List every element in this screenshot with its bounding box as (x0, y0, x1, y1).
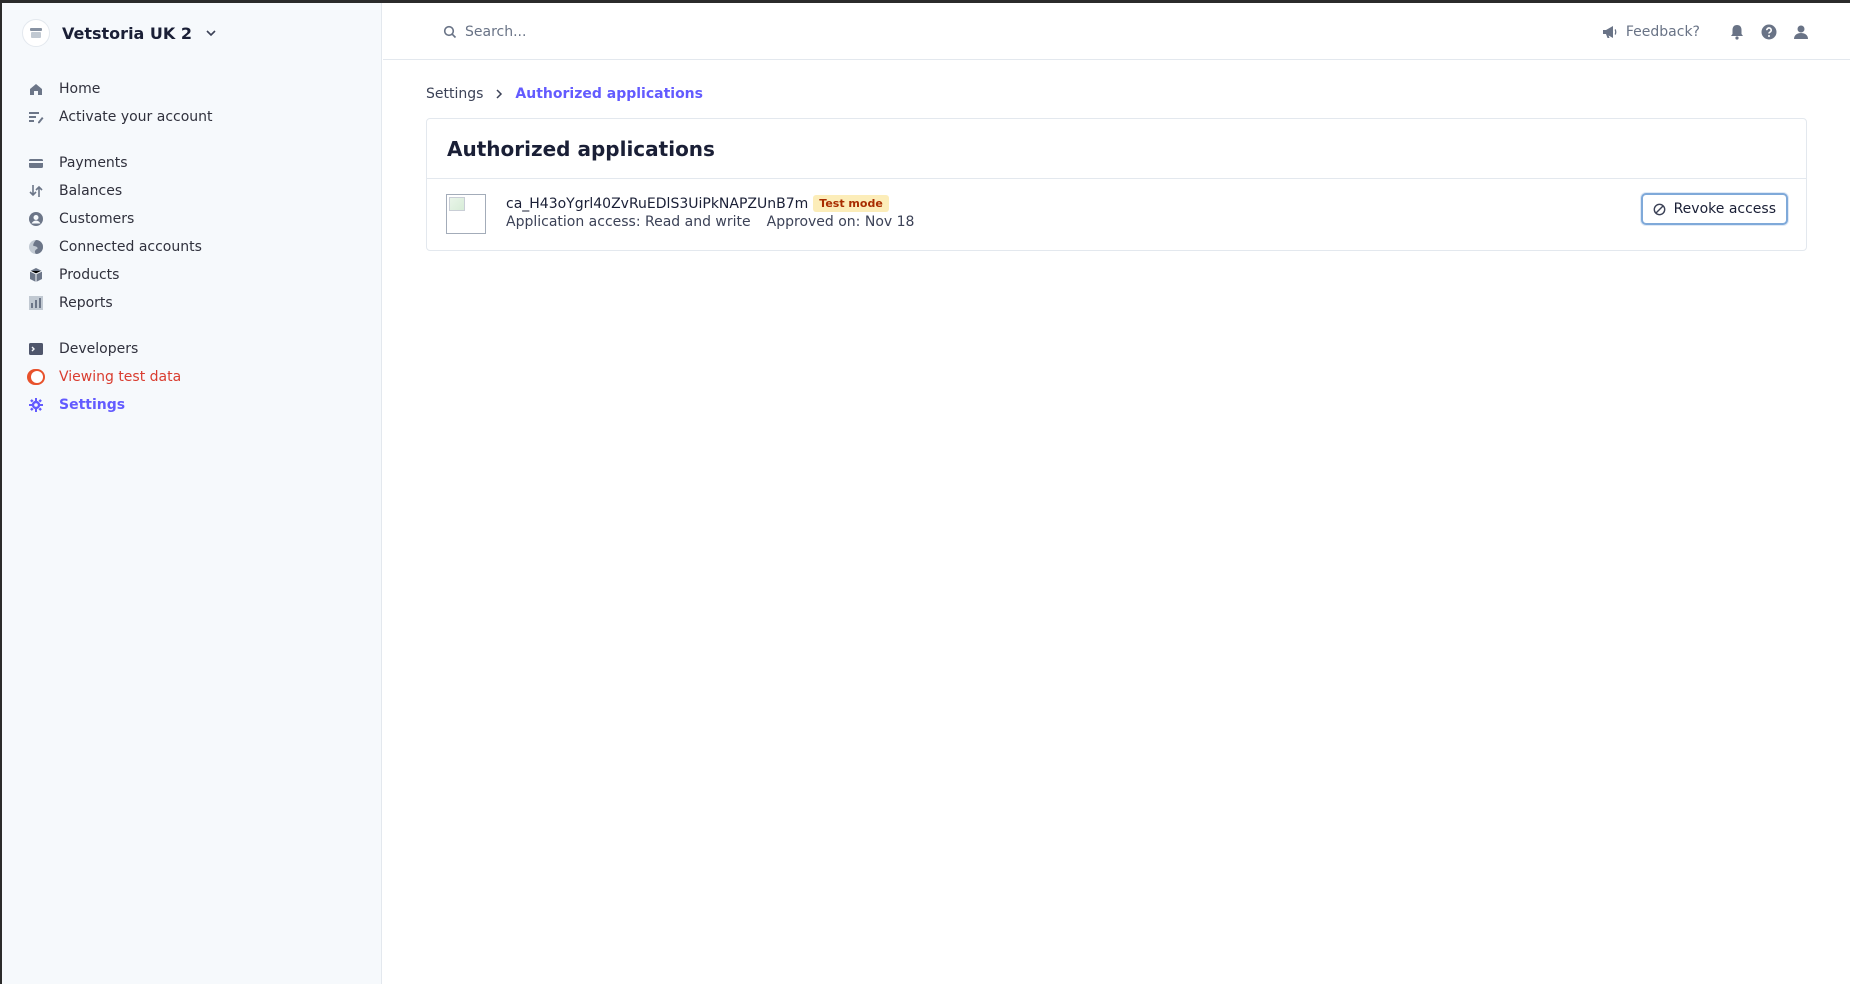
megaphone-icon (1602, 26, 1617, 38)
help-icon[interactable] (1760, 23, 1778, 41)
sidebar-item-label: Products (59, 267, 120, 283)
nav-group-main: Home Activate your account (2, 75, 382, 131)
card-header: Authorized applications (427, 119, 1806, 179)
search-icon (443, 25, 457, 39)
search-input[interactable] (465, 24, 845, 40)
sidebar-item-label: Connected accounts (59, 239, 202, 255)
activate-icon (27, 108, 45, 126)
sidebar-item-products[interactable]: Products (2, 261, 382, 289)
test-mode-badge: Test mode (813, 195, 889, 212)
sidebar-item-customers[interactable]: Customers (2, 205, 382, 233)
revoke-access-button[interactable]: Revoke access (1640, 193, 1788, 225)
customers-icon (27, 210, 45, 228)
account-name: Vetstoria UK 2 (62, 23, 193, 43)
revoke-access-label: Revoke access (1673, 201, 1776, 217)
application-id: ca_H43oYgrl40ZvRuEDlS3UiPkNAPZUnB7m (506, 195, 809, 212)
sidebar-item-label: Reports (59, 295, 113, 311)
sidebar-item-developers[interactable]: Developers (2, 335, 382, 363)
top-bar: Feedback? (383, 3, 1850, 60)
sidebar: Vetstoria UK 2 Home Activate your accoun… (2, 3, 382, 984)
sidebar-item-payments[interactable]: Payments (2, 149, 382, 177)
application-logo-image (446, 194, 486, 234)
application-row: ca_H43oYgrl40ZvRuEDlS3UiPkNAPZUnB7m Test… (427, 179, 1806, 251)
authorized-applications-card: Authorized applications ca_H43oYgrl40ZvR… (426, 118, 1807, 251)
nav-group-business: Payments Balances Customers Connected ac… (2, 149, 382, 317)
sidebar-item-label: Settings (59, 397, 126, 413)
sidebar-item-connected-accounts[interactable]: Connected accounts (2, 233, 382, 261)
breadcrumb-current: Authorized applications (515, 86, 703, 102)
sidebar-item-label: Balances (59, 183, 123, 199)
search-bar (443, 19, 863, 45)
sidebar-item-label: Home (59, 81, 101, 97)
sidebar-nav: Home Activate your account Payments Bala… (2, 75, 382, 437)
sidebar-item-label: Viewing test data (59, 369, 182, 385)
chevron-down-icon (206, 30, 216, 37)
balances-icon (27, 182, 45, 200)
sidebar-item-settings[interactable]: Settings (2, 391, 382, 419)
payments-icon (27, 154, 45, 172)
breadcrumb-settings-link[interactable]: Settings (426, 86, 483, 102)
sidebar-item-label: Activate your account (59, 109, 213, 125)
sidebar-item-reports[interactable]: Reports (2, 289, 382, 317)
bell-icon[interactable] (1728, 23, 1746, 41)
terminal-icon (27, 340, 45, 358)
test-data-toggle[interactable]: Viewing test data (2, 363, 382, 391)
reports-icon (27, 294, 45, 312)
nav-group-tools: Developers Viewing test data Settings (2, 335, 382, 419)
store-icon (22, 19, 50, 47)
application-approved-date: Approved on: Nov 18 (766, 214, 915, 230)
application-info: ca_H43oYgrl40ZvRuEDlS3UiPkNAPZUnB7m Test… (506, 195, 914, 230)
sidebar-item-activate-account[interactable]: Activate your account (2, 103, 382, 131)
sidebar-item-home[interactable]: Home (2, 75, 382, 103)
breadcrumb: Settings Authorized applications (426, 86, 703, 102)
page-title: Authorized applications (447, 136, 715, 161)
feedback-label: Feedback? (1625, 24, 1700, 40)
sidebar-item-label: Customers (59, 211, 135, 227)
account-switcher[interactable]: Vetstoria UK 2 (22, 17, 218, 49)
user-icon[interactable] (1792, 23, 1810, 41)
chevron-right-icon (496, 89, 503, 99)
globe-icon (27, 238, 45, 256)
box-icon (27, 266, 45, 284)
top-actions: Feedback? (1602, 19, 1810, 45)
sidebar-item-label: Payments (59, 155, 128, 171)
sidebar-item-balances[interactable]: Balances (2, 177, 382, 205)
toggle-icon (27, 368, 45, 386)
block-icon (1653, 203, 1665, 215)
application-access: Application access: Read and write (506, 214, 751, 230)
home-icon (27, 80, 45, 98)
feedback-button[interactable]: Feedback? (1602, 24, 1700, 40)
sidebar-item-label: Developers (59, 341, 139, 357)
gear-icon (27, 396, 45, 414)
